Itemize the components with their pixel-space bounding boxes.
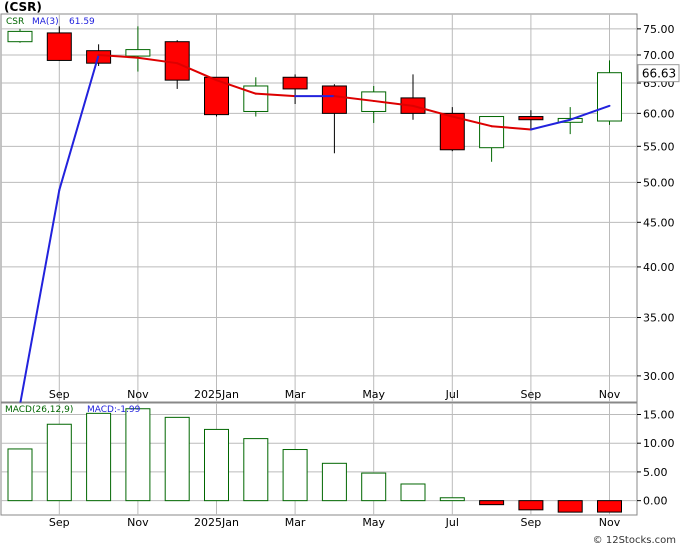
price-ytick-label-0: 75.00 (643, 23, 675, 36)
candle-body-4 (164, 41, 190, 81)
macd-bar-9 (361, 472, 387, 502)
chart-title: (CSR) (4, 0, 42, 14)
macd-xtick-label-3: Mar (285, 516, 306, 529)
macd-ytick-label-2: 5.00 (643, 466, 668, 479)
macd-xtick-label-5: Jul (445, 516, 459, 529)
candle-body-15 (597, 72, 622, 122)
last-price-badge: 66.63 (637, 64, 680, 83)
macd-xtick-label-7: Nov (599, 516, 621, 529)
macd-bar-11 (439, 497, 465, 502)
stock-chart: 75.0070.0065.0060.0055.0050.0045.0040.00… (0, 0, 680, 546)
candle-body-13 (518, 116, 544, 121)
macd-bar-15 (597, 500, 622, 513)
macd-xtick-label-4: May (362, 516, 385, 529)
macd-bar-10 (400, 483, 426, 502)
legend-ticker: CSR (6, 17, 24, 27)
price-ytick-label-6: 45.00 (643, 216, 675, 229)
macd-ytick-label-3: 0.00 (643, 495, 668, 508)
price-ytick-label-8: 35.00 (643, 311, 675, 324)
macd-legend-label: MACD(26,12,9) (5, 405, 73, 415)
macd-xtick-label-1: Nov (127, 516, 149, 529)
macd-bar-3 (125, 408, 151, 502)
macd-bar-13 (518, 500, 544, 511)
candle-body-1 (46, 32, 72, 61)
macd-bar-5 (204, 428, 229, 502)
last-price-label: 66.63 (642, 67, 676, 81)
price-xtick-label-4: May (362, 388, 385, 401)
watermark: © 12Stocks.com (593, 535, 676, 546)
price-panel: 75.0070.0065.0060.0055.0050.0045.0040.00… (0, 0, 680, 406)
candle-body-8 (321, 85, 347, 114)
price-ytick-label-5: 50.00 (643, 176, 675, 189)
price-ytick-label-3: 60.00 (643, 107, 675, 120)
legend-ma-value: 61.59 (69, 17, 95, 27)
price-xtick-label-1: Nov (127, 388, 149, 401)
price-xtick-label-2: 2025Jan (194, 388, 239, 401)
macd-xtick-label-6: Sep (521, 516, 542, 529)
macd-ytick-label-0: 15.00 (643, 408, 675, 421)
candle-body-7 (282, 76, 308, 90)
macd-panel: 15.00 10.00 5.00 0.00 Sep Nov 2025Jan Mar May Ju… (0, 402, 675, 529)
candle-body-3 (125, 49, 151, 57)
macd-bar-0 (7, 448, 33, 502)
price-xtick-label-7: Nov (599, 388, 621, 401)
macd-bar-8 (321, 462, 347, 502)
price-xtick-label-0: Sep (49, 388, 70, 401)
macd-xtick-label-0: Sep (49, 516, 70, 529)
price-ytick-label-9: 30.00 (643, 370, 675, 383)
price-xtick-label-3: Mar (285, 388, 306, 401)
candle-0 (7, 28, 33, 43)
price-xtick-label-6: Sep (521, 388, 542, 401)
macd-bar-14 (557, 500, 583, 513)
macd-xtick-label-2: 2025Jan (194, 516, 239, 529)
macd-legend-value: MACD:-1.99 (87, 405, 141, 415)
price-ytick-label-1: 70.00 (643, 49, 675, 62)
price-xtick-label-5: Jul (445, 388, 459, 401)
macd-bar-4 (164, 416, 190, 502)
macd-bar-7 (282, 449, 308, 502)
legend-ma-label: MA(3) (32, 17, 59, 27)
price-plot-frame (0, 13, 638, 403)
macd-bar-2 (86, 412, 112, 502)
macd-ytick-label-1: 10.00 (643, 437, 675, 450)
candle-body-12 (479, 116, 505, 149)
macd-bar-12 (479, 500, 505, 506)
macd-bar-1 (46, 423, 72, 502)
price-ytick-label-4: 55.00 (643, 140, 675, 153)
price-ytick-label-7: 40.00 (643, 261, 675, 274)
candle-body-0 (7, 30, 33, 43)
macd-bar-6 (243, 438, 269, 502)
